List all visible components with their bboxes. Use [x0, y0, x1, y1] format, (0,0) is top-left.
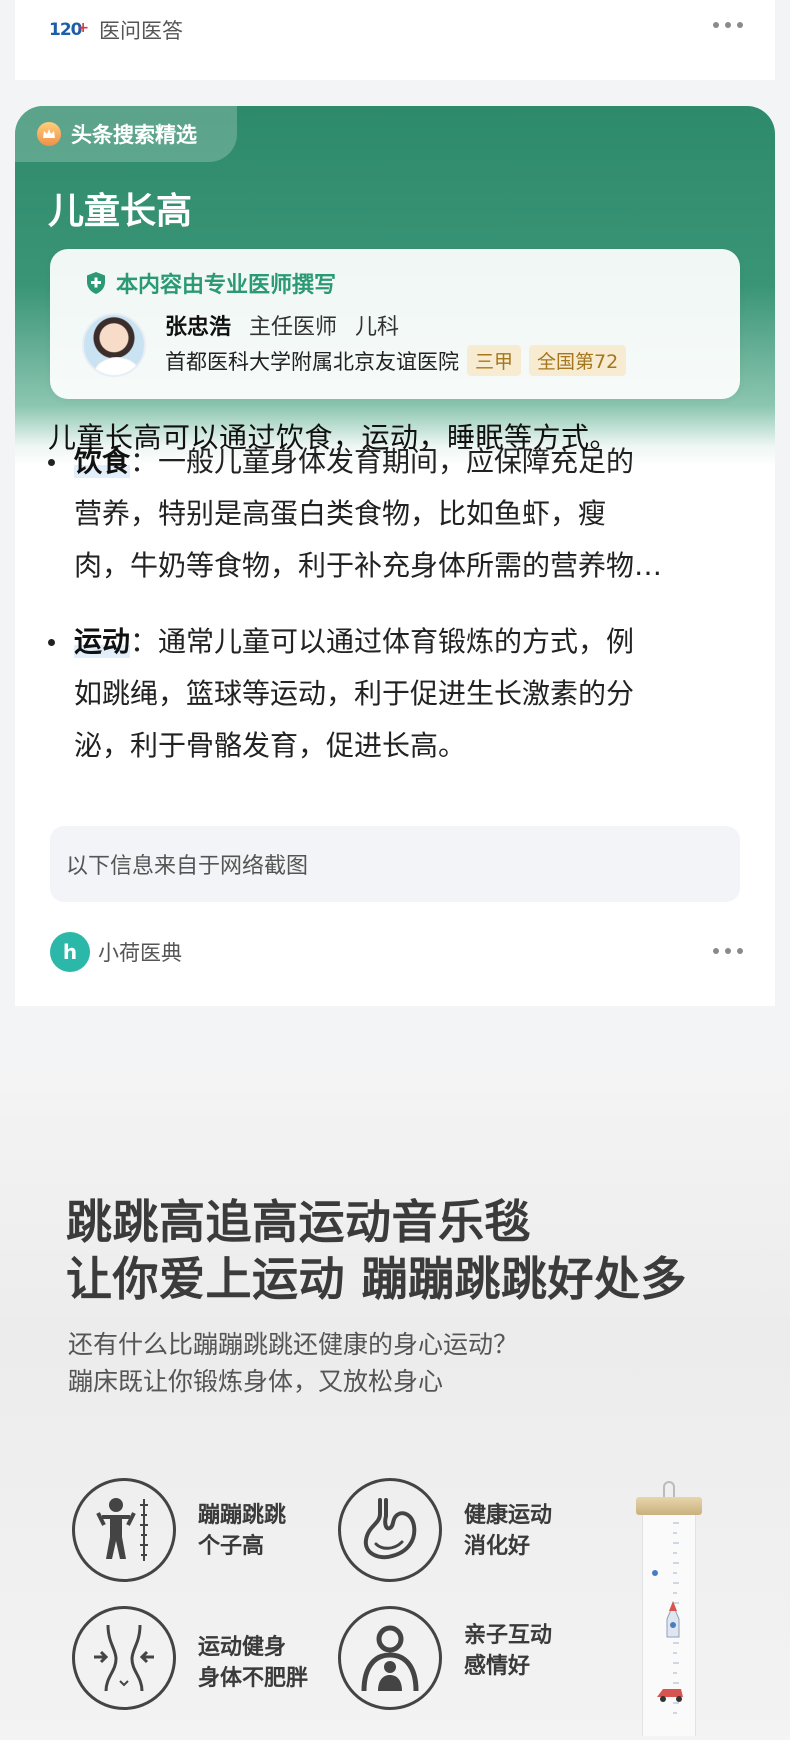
feature-line: 运动健身: [198, 1635, 287, 1660]
source-card-top: 120 + 医问医答: [15, 0, 775, 80]
hospital-name: 首都医科大学附属北京友谊医院: [165, 349, 459, 374]
feature-text-bonding: 亲子互动 感情好: [464, 1620, 552, 1682]
feature-text-fitness: 运动健身 身体不肥胖: [198, 1632, 308, 1694]
doctor-avatar[interactable]: [82, 313, 146, 377]
ruler-top-bar: [636, 1497, 702, 1515]
feature-line: 健康运动: [464, 1503, 553, 1528]
promo-headline-2: 让你爱上运动 蹦蹦跳跳好处多: [66, 1252, 688, 1306]
bullet-line: 营养，特别是高蛋白类食物，比如鱼虾，瘦: [74, 497, 607, 530]
parent-child-icon: [338, 1606, 442, 1710]
feature-line: 蹦蹦跳跳: [198, 1503, 287, 1528]
shield-plus-icon: [86, 271, 106, 295]
feature-line: 亲子互动: [464, 1623, 553, 1648]
bullet-dot: [48, 459, 55, 466]
source-name: 医问医答: [99, 19, 183, 43]
verify-text: 本内容由专业医师撰写: [116, 273, 337, 298]
featured-tag-label: 头条搜索精选: [71, 123, 197, 147]
feature-line: 感情好: [464, 1654, 531, 1679]
bullet-line: 泌，利于骨骼发育，促进长高。: [74, 729, 467, 762]
bullet-line: 肉，牛奶等食物，利于补充身体所需的营养物…: [74, 549, 663, 582]
ruler-strip: [642, 1515, 696, 1736]
doctor-title: 主任医师: [249, 315, 338, 340]
feature-line: 消化好: [464, 1534, 531, 1559]
more-options-icon[interactable]: [713, 22, 743, 28]
ruler-hook: [663, 1481, 675, 1497]
feature-text-digestion: 健康运动 消化好: [464, 1500, 552, 1562]
source-logo-plus: +: [77, 20, 89, 36]
more-options-icon[interactable]: [713, 948, 743, 954]
xiaohe-name: 小荷医典: [98, 941, 182, 965]
doctor-info[interactable]: 本内容由专业医师撰写 张忠浩 主任医师 儿科 首都医科大学附属北京友谊医院 三甲…: [50, 249, 740, 399]
doctor-name-row: 张忠浩 主任医师 儿科: [165, 309, 399, 341]
verify-row: 本内容由专业医师撰写: [86, 267, 336, 299]
source-row[interactable]: 120 + 医问医答: [49, 10, 183, 50]
card-title: 儿童长高: [48, 191, 193, 232]
bullet-dot: [48, 639, 55, 646]
bullet-line: ：通常儿童可以通过体育锻炼的方式，例: [130, 625, 635, 658]
source-logo: 120 +: [49, 15, 89, 45]
bullet-line: 如跳绳，篮球等运动，利于促进生长激素的分: [74, 677, 635, 710]
stomach-icon: [338, 1478, 442, 1582]
crown-icon: [37, 122, 61, 146]
doctor-name: 张忠浩: [165, 315, 232, 340]
feature-line: 个子高: [198, 1534, 265, 1559]
answer-card: 头条搜索精选 儿童长高 本内容由专业医师撰写 张忠浩 主任医师 儿科 首都医科大…: [15, 106, 775, 1006]
bullet-keyword: 运动: [74, 625, 131, 658]
source-note: 以下信息来自于网络截图: [50, 826, 740, 902]
bullet-keyword: 饮食: [74, 445, 131, 478]
slim-body-icon: [72, 1606, 176, 1710]
child-height-icon: [72, 1478, 176, 1582]
hospital-rank-badge: 全国第72: [529, 345, 627, 376]
source-row-xiaohe[interactable]: h 小荷医典: [50, 932, 182, 972]
doctor-dept: 儿科: [355, 315, 400, 340]
height-chart-ruler: [636, 1481, 702, 1736]
bullet-line: ：一般儿童身体发育期间，应保障充足的: [130, 445, 635, 478]
promo-subline-2: 蹦床既让你锻炼身体，又放松身心: [68, 1367, 444, 1396]
hospital-grade-badge: 三甲: [467, 345, 522, 376]
hospital-row: 首都医科大学附属北京友谊医院 三甲 全国第72: [165, 345, 627, 376]
feature-text-height: 蹦蹦跳跳 个子高: [198, 1500, 286, 1562]
xiaohe-logo-icon: h: [50, 932, 90, 972]
bullet-exercise: 运动：通常儿童可以通过体育锻炼的方式，例 如跳绳，篮球等运动，利于促进生长激素的…: [48, 616, 753, 772]
bullet-diet: 饮食：一般儿童身体发育期间，应保障充足的 营养，特别是高蛋白类食物，比如鱼虾，瘦…: [48, 436, 753, 592]
promo-subline-1: 还有什么比蹦蹦跳跳还健康的身心运动？: [68, 1330, 519, 1359]
xiaohe-logo-text: h: [62, 940, 78, 964]
featured-tag: 头条搜索精选: [15, 106, 237, 162]
feature-line: 身体不肥胖: [198, 1666, 309, 1691]
